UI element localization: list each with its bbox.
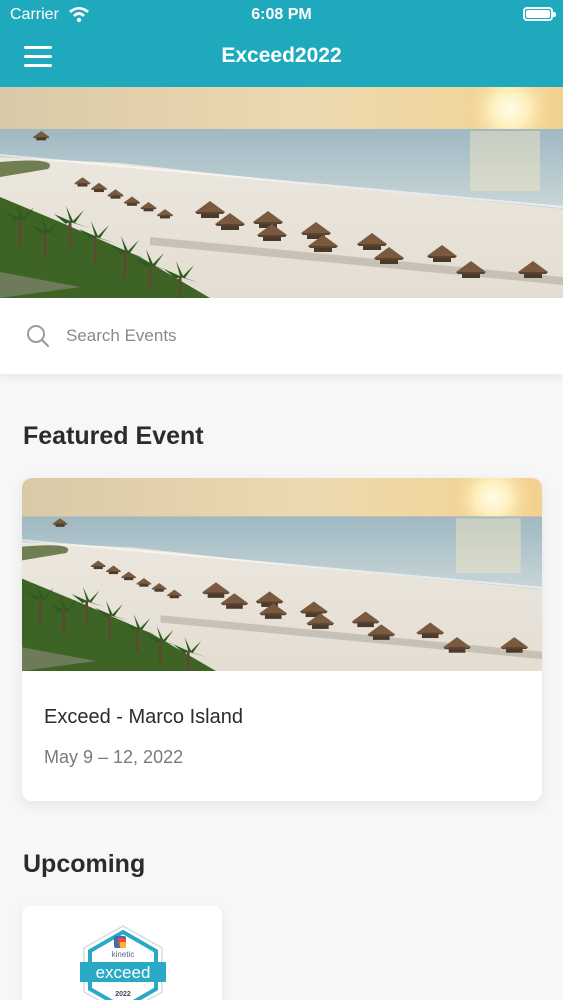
svg-text:kinetic: kinetic (112, 950, 135, 959)
exceed-logo: kinetic exceed 2022 (80, 925, 166, 1000)
featured-event-name: Exceed - Marco Island (44, 706, 243, 728)
search-input[interactable] (66, 322, 526, 350)
upcoming-event-card[interactable]: kinetic exceed 2022 (22, 906, 222, 1000)
featured-event-date: May 9 – 12, 2022 (44, 747, 184, 767)
search-icon (27, 325, 49, 347)
navigation-bar: Exceed2022 (0, 30, 563, 87)
page-title: Exceed2022 (221, 44, 342, 67)
featured-section-heading: Featured Event (23, 422, 204, 450)
featured-event-image (22, 478, 542, 671)
featured-event-card[interactable]: Exceed - Marco Island May 9 – 12, 2022 (22, 478, 542, 801)
upcoming-section-heading: Upcoming (23, 850, 146, 878)
status-bar: Carrier 6:08 PM (0, 0, 563, 30)
battery-icon (523, 7, 556, 21)
svg-text:exceed: exceed (96, 963, 151, 982)
status-time: 6:08 PM (251, 6, 312, 23)
svg-text:2022: 2022 (115, 991, 131, 998)
hero-banner-image (0, 87, 563, 298)
search-bar (0, 298, 563, 374)
